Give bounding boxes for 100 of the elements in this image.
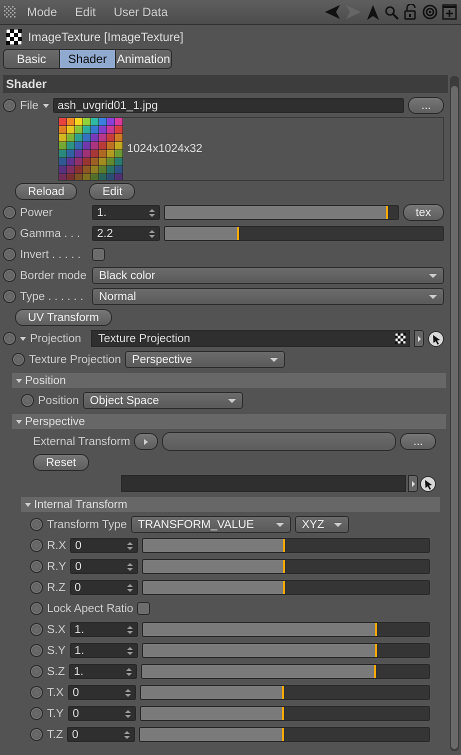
back-arrow-icon[interactable] (324, 4, 341, 20)
number-field[interactable]: 0 (70, 538, 138, 553)
dropdown[interactable]: Object Space (82, 392, 243, 409)
tab[interactable]: Animation (115, 49, 172, 69)
arrow-button[interactable] (408, 475, 418, 492)
keyframe-button[interactable] (30, 686, 43, 699)
pointer-icon[interactable] (420, 476, 436, 492)
slider-track[interactable] (138, 727, 430, 742)
menu-item[interactable]: Mode (20, 5, 64, 19)
tab[interactable]: Basic (3, 49, 60, 69)
keyframe-button[interactable] (12, 353, 25, 366)
slider-track[interactable] (142, 559, 430, 574)
number-field[interactable]: 0 (70, 580, 138, 595)
number-field[interactable]: 0 (70, 559, 138, 574)
arrow-button[interactable] (414, 330, 424, 347)
spinner-icon[interactable] (149, 208, 155, 216)
file-button[interactable]: Reload (15, 183, 78, 200)
new-panel-icon[interactable] (442, 4, 457, 20)
up-arrow-icon[interactable] (366, 4, 380, 20)
dropdown[interactable]: Normal (92, 288, 444, 305)
expand-triangle-icon[interactable] (25, 502, 31, 506)
spinner-icon[interactable] (124, 710, 131, 718)
keyframe-button[interactable] (30, 623, 43, 636)
number-field[interactable]: 0 (68, 706, 136, 721)
spinner-icon[interactable] (124, 688, 131, 696)
target-icon[interactable] (422, 4, 438, 20)
keyframe-button[interactable] (21, 394, 34, 407)
arrow-button[interactable] (134, 433, 158, 450)
slider-track[interactable] (164, 205, 399, 220)
number-field[interactable]: 2.2 (92, 226, 160, 241)
keyframe-button[interactable] (30, 644, 43, 657)
keyframe-button[interactable] (3, 269, 16, 282)
keyframe-button[interactable] (30, 728, 43, 741)
action-button[interactable]: UV Transform (15, 309, 112, 326)
link-field[interactable] (121, 475, 406, 492)
dropdown[interactable]: Black color (92, 267, 444, 284)
keyframe-button[interactable] (3, 227, 16, 240)
keyframe-button[interactable] (30, 581, 43, 594)
number-field[interactable]: 1. (70, 643, 138, 658)
slider-track[interactable] (140, 706, 430, 721)
browse-button[interactable]: ... (408, 97, 444, 114)
spinner-icon[interactable] (149, 230, 155, 238)
group-header[interactable]: Position (12, 373, 446, 388)
spinner-icon[interactable] (126, 646, 133, 654)
browse-button[interactable]: ... (400, 433, 436, 450)
keyframe-button[interactable] (30, 602, 43, 615)
search-icon[interactable] (384, 4, 399, 20)
spinner-icon[interactable] (126, 584, 133, 592)
slider-track[interactable] (142, 643, 430, 658)
file-path-field[interactable]: ash_uvgrid01_1.jpg (52, 98, 404, 113)
scroll-thumb[interactable] (451, 86, 458, 749)
action-button[interactable]: Reset (33, 454, 90, 471)
keyframe-button[interactable] (3, 206, 16, 219)
group-header[interactable]: Internal Transform (21, 497, 440, 512)
lock-icon[interactable] (403, 4, 418, 20)
expand-triangle-icon[interactable] (16, 378, 22, 382)
number-field[interactable]: 0 (68, 685, 136, 700)
keyframe-button[interactable] (30, 518, 43, 531)
dropdown[interactable]: XYZ (294, 516, 349, 533)
keyframe-button[interactable] (3, 332, 16, 345)
keyframe-button[interactable] (30, 539, 43, 552)
dropdown[interactable]: TRANSFORM_VALUE (130, 516, 291, 533)
slider-track[interactable] (164, 226, 444, 241)
menu-item[interactable]: User Data (106, 5, 175, 19)
slider-track[interactable] (140, 685, 430, 700)
link-field[interactable]: Texture Projection (91, 330, 410, 347)
spinner-icon[interactable] (126, 668, 132, 676)
grip-icon[interactable] (4, 6, 16, 18)
number-field[interactable]: 1. (92, 205, 160, 220)
number-field[interactable]: 1. (68, 664, 137, 679)
expand-triangle-icon[interactable] (16, 420, 22, 424)
dropdown-triangle-icon[interactable] (42, 104, 49, 108)
pointer-icon[interactable] (428, 330, 444, 346)
keyframe-button[interactable] (30, 665, 43, 678)
keyframe-button[interactable] (30, 560, 43, 573)
slider-track[interactable] (142, 622, 430, 637)
dropdown[interactable]: Perspective (125, 351, 286, 368)
keyframe-button[interactable] (3, 248, 16, 261)
spinner-icon[interactable] (127, 562, 134, 570)
keyframe-button[interactable] (30, 707, 43, 720)
number-field[interactable]: 1. (70, 622, 138, 637)
link-field[interactable] (162, 432, 396, 451)
keyframe-button[interactable] (3, 290, 16, 303)
slider-track[interactable] (140, 664, 430, 679)
scrollbar[interactable] (450, 76, 459, 751)
checkbox[interactable] (92, 248, 105, 261)
spinner-icon[interactable] (127, 542, 134, 550)
slider-track[interactable] (142, 580, 430, 595)
number-field[interactable]: 0 (66, 727, 135, 742)
keyframe-button[interactable] (3, 99, 16, 112)
menu-item[interactable]: Edit (68, 5, 103, 19)
checkbox[interactable] (137, 602, 150, 615)
file-button[interactable]: Edit (89, 183, 136, 200)
slider-track[interactable] (142, 538, 430, 553)
spinner-icon[interactable] (124, 730, 130, 738)
spinner-icon[interactable] (126, 626, 133, 634)
tab[interactable]: Shader (59, 49, 116, 69)
group-header[interactable]: Perspective (12, 414, 446, 429)
tex-button[interactable]: tex (402, 204, 444, 221)
expand-triangle-icon[interactable] (20, 336, 26, 340)
